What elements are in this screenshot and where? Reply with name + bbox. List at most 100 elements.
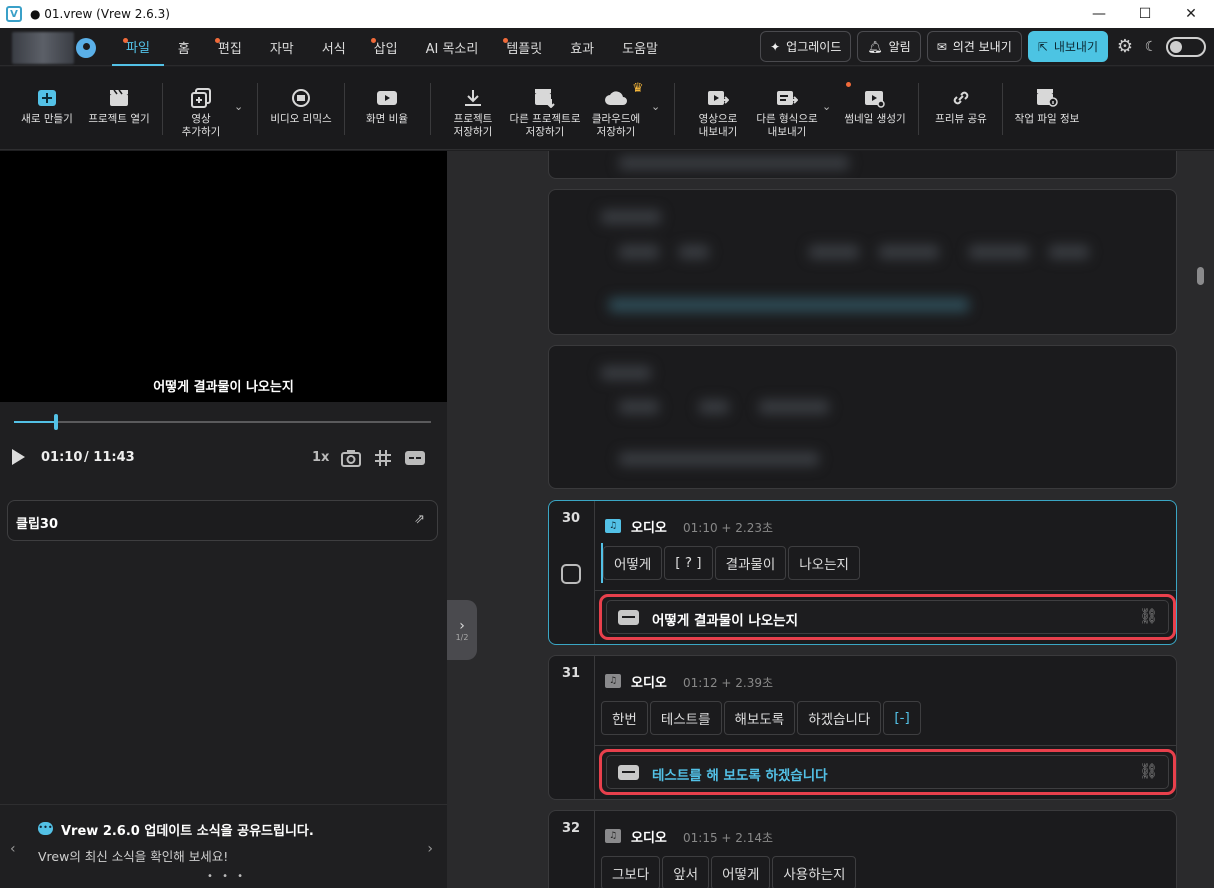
ribbon-toolbar: 새로 만들기 프로젝트 열기 영상 추가하기 ⌄ 비디오 리믹스 화면 비율 프… (0, 67, 1214, 150)
carousel-dots[interactable]: • • • (207, 871, 246, 882)
word-chip[interactable]: 어떻게 (603, 546, 663, 580)
word-chip[interactable]: 그보다 (601, 856, 661, 888)
external-link-icon[interactable]: ⇗ (414, 512, 425, 527)
word-chip[interactable]: 사용하는지 (772, 856, 857, 888)
word-chip[interactable]: 앞서 (662, 856, 710, 888)
upgrade-button[interactable]: ✦ 업그레이드 (760, 31, 852, 62)
save-project-button[interactable]: 프로젝트 저장하기 (448, 67, 498, 150)
info-clapper-icon (1035, 87, 1059, 109)
clip-card-blurred[interactable] (548, 189, 1177, 335)
clip-card[interactable]: 30 ♫ 오디오 01:10 + 2.23초 어떻게 [ ? ] 결과물이 나오… (548, 500, 1177, 645)
feedback-button[interactable]: ✉ 의견 보내기 (926, 31, 1022, 62)
menu-edit[interactable]: 편집 (204, 28, 256, 66)
caption-icon[interactable] (404, 447, 426, 469)
aspect-ratio-button[interactable]: 화면 비율 (360, 67, 414, 150)
seek-progress (14, 421, 56, 423)
subtitle-text[interactable]: 테스트를 해 보도록 하겠습니다 (652, 764, 828, 784)
menu-template[interactable]: 템플릿 (492, 28, 556, 66)
unlink-icon[interactable]: ⛓︎ (1139, 762, 1158, 780)
link-icon[interactable]: ⛓︎ (1139, 607, 1158, 625)
export-video-button[interactable]: 영상으로 내보내기 (690, 67, 746, 150)
add-video-dropdown-icon[interactable]: ⌄ (234, 100, 243, 113)
cloud-dropdown-icon[interactable]: ⌄ (651, 100, 660, 113)
play-icon[interactable] (12, 449, 25, 465)
gear-icon[interactable]: ⚙ (1114, 36, 1136, 58)
video-preview[interactable]: 어떻게 결과물이 나오는지 (0, 151, 447, 402)
subtitle-text[interactable]: 어떻게 결과물이 나오는지 (652, 609, 798, 629)
menu-format[interactable]: 서식 (308, 28, 360, 66)
preview-share-button[interactable]: 프리뷰 공유 (930, 67, 992, 150)
playback-speed[interactable]: 1x (312, 450, 329, 465)
seek-bar[interactable] (14, 414, 431, 430)
clip-info-box[interactable]: 클립30 ⇗ (7, 500, 438, 541)
minimize-button[interactable]: — (1076, 0, 1122, 28)
menu-effects[interactable]: 효과 (556, 28, 608, 66)
screen-icon (375, 87, 399, 109)
clip-type: 오디오 (631, 676, 667, 691)
menu-bar: 파일 홈 편집 자막 서식 삽입 AI 목소리 템플릿 효과 도움말 ✦ 업그레이… (0, 28, 1214, 66)
news-title: Vrew 2.6.0 업데이트 소식을 공유드립니다. (61, 824, 314, 839)
scrollbar[interactable] (1193, 151, 1214, 888)
seek-handle[interactable] (54, 414, 58, 430)
word-chip[interactable]: 결과물이 (714, 546, 787, 580)
clip-card-blurred[interactable] (548, 345, 1177, 489)
clip-card-blurred[interactable] (548, 151, 1177, 179)
file-info-button[interactable]: 작업 파일 정보 (1012, 67, 1082, 150)
grid-icon[interactable] (372, 447, 394, 469)
camera-icon[interactable] (340, 447, 362, 469)
word-chip[interactable]: 어떻게 (711, 856, 771, 888)
menu-subtitle[interactable]: 자막 (256, 28, 308, 66)
subtitle-highlight: 테스트를 해 보도록 하겠습니다 ⛓︎ (599, 749, 1176, 795)
thumbnail-generator-button[interactable]: 썸네일 생성기 (840, 67, 910, 150)
new-badge-dot (846, 82, 851, 87)
chevron-right-icon: › (459, 617, 465, 634)
sparkle-icon: ✦ (770, 39, 781, 54)
word-chip[interactable]: 해보도록 (723, 701, 796, 735)
word-chip[interactable]: 하겠습니다 (797, 701, 882, 735)
menu-help[interactable]: 도움말 (608, 28, 672, 66)
word-chip[interactable]: [ ? ] (664, 546, 713, 580)
chevron-right-icon[interactable]: › (427, 841, 433, 857)
duration: / 11:43 (84, 450, 135, 465)
export-button[interactable]: ⇱ 내보내기 (1027, 31, 1108, 62)
bell-icon: 🔔︎ (867, 39, 883, 54)
chevron-left-icon[interactable]: ‹ (10, 841, 16, 857)
video-remix-button[interactable]: 비디오 리믹스 (268, 67, 334, 150)
cloud-save-button[interactable]: 클라우드에 저장하기 (588, 67, 644, 150)
menu-file[interactable]: 파일 (112, 28, 164, 66)
profile-image[interactable] (12, 32, 74, 64)
subtitle-field[interactable]: 어떻게 결과물이 나오는지 ⛓︎ (606, 600, 1169, 634)
add-video-button[interactable]: 영상 추가하기 (175, 67, 227, 150)
clip-card[interactable]: 32 ♫ 오디오 01:15 + 2.14초 그보다 앞서 어떻게 사용하는지 (548, 810, 1177, 888)
user-icon[interactable] (76, 38, 96, 58)
word-chip[interactable]: 한번 (601, 701, 648, 735)
export-other-dropdown-icon[interactable]: ⌄ (822, 100, 831, 113)
save-as-button[interactable]: 다른 프로젝트로 저장하기 (507, 67, 583, 150)
split-fraction: 1/2 (455, 632, 469, 642)
clip-checkbox[interactable] (561, 564, 581, 584)
music-note-icon: ♫ (605, 519, 621, 533)
news-banner[interactable]: ‹ ••• Vrew 2.6.0 업데이트 소식을 공유드립니다. Vrew의 … (0, 804, 447, 888)
news-subtitle: Vrew의 최신 소식을 확인해 보세요! (38, 849, 229, 864)
clip-time: 01:15 + 2.14초 (683, 831, 774, 845)
notification-button[interactable]: 🔔︎ 알림 (857, 31, 921, 62)
close-button[interactable]: ✕ (1168, 0, 1214, 28)
menu-insert[interactable]: 삽입 (360, 28, 412, 66)
word-chip[interactable]: 테스트를 (649, 701, 722, 735)
open-project-button[interactable]: 프로젝트 열기 (86, 67, 152, 150)
clip-card[interactable]: 31 ♫ 오디오 01:12 + 2.39초 한번 테스트를 해보도록 하겠습니… (548, 655, 1177, 800)
theme-toggle[interactable] (1166, 36, 1206, 57)
subtitle-field[interactable]: 테스트를 해 보도록 하겠습니다 ⛓︎ (606, 755, 1169, 789)
cloud-icon (604, 87, 628, 109)
word-chip[interactable]: [-] (883, 701, 921, 735)
menu-home[interactable]: 홈 (164, 28, 204, 66)
word-chip[interactable]: 나오는지 (788, 546, 860, 580)
clip-type: 오디오 (631, 831, 667, 846)
export-other-format-button[interactable]: 다른 형식으로 내보내기 (752, 67, 822, 150)
crown-icon: ♛ (632, 81, 644, 96)
new-project-button[interactable]: 새로 만들기 (18, 67, 76, 150)
scrollbar-thumb[interactable] (1197, 267, 1204, 285)
maximize-button[interactable]: ☐ (1122, 0, 1168, 28)
panel-collapse-handle[interactable]: › 1/2 (447, 600, 477, 660)
menu-ai-voice[interactable]: AI 목소리 (412, 28, 493, 66)
